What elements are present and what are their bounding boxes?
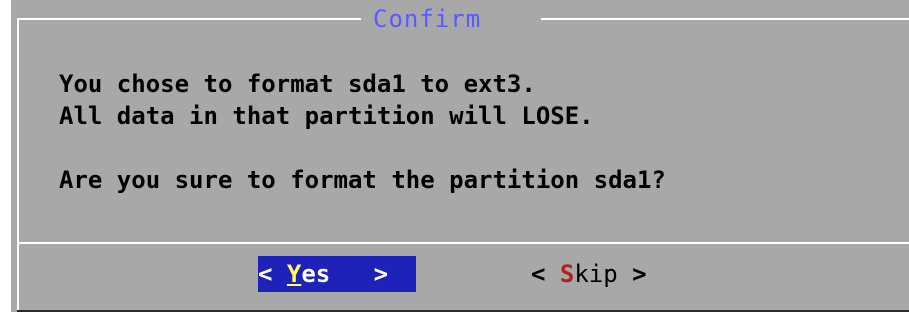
dialog-frame-top-right	[541, 18, 909, 20]
dialog-frame-bottom	[17, 310, 909, 312]
message-line-2: All data in that partition will LOSE.	[59, 102, 594, 130]
yes-left-bracket: <	[258, 260, 273, 288]
skip-button[interactable]: < Skip >	[531, 256, 647, 292]
button-area-separator	[17, 242, 909, 244]
message-line-1: You chose to format sda1 to ext3.	[59, 70, 536, 98]
confirm-dialog: Confirm You chose to format sda1 to ext3…	[11, 0, 909, 312]
yes-hotkey: Y	[286, 260, 302, 288]
terminal-screen: Confirm You chose to format sda1 to ext3…	[0, 0, 909, 314]
skip-hotkey: S	[559, 260, 575, 288]
yes-button[interactable]: < Yes >	[258, 256, 416, 292]
skip-right-bracket: >	[632, 260, 647, 288]
yes-label-rest: es	[301, 260, 331, 288]
yes-right-bracket: >	[373, 260, 389, 288]
skip-left-bracket: <	[531, 260, 546, 288]
dialog-frame-left	[17, 18, 19, 312]
dialog-frame-top-left	[17, 18, 361, 20]
skip-label-rest: kip	[574, 260, 618, 288]
dialog-title: Confirm	[373, 5, 482, 33]
message-line-3: Are you sure to format the partition sda…	[59, 166, 666, 194]
